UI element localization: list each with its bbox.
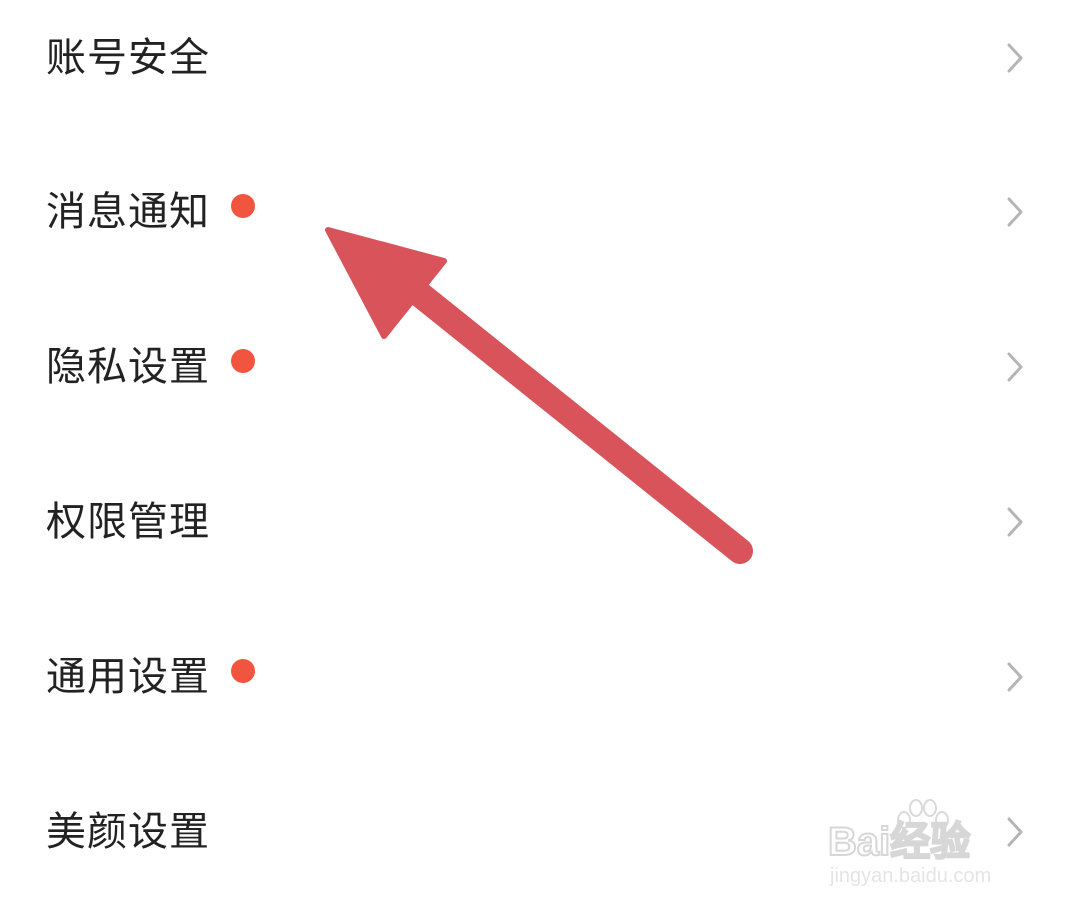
settings-list: 账号安全 消息通知 隐私设置 权限管理 通用设置 美颜设置 <box>0 0 1080 916</box>
chevron-right-icon <box>1004 660 1026 694</box>
settings-item-label: 通用设置 <box>46 654 210 700</box>
settings-item-label: 权限管理 <box>46 499 210 545</box>
red-dot-badge <box>231 659 255 683</box>
settings-item-privacy[interactable]: 隐私设置 <box>0 292 1080 442</box>
settings-item-label: 美颜设置 <box>46 809 210 855</box>
red-dot-badge <box>231 349 255 373</box>
settings-item-label: 账号安全 <box>46 35 210 81</box>
settings-item-label: 隐私设置 <box>46 344 210 390</box>
settings-item-message-notification[interactable]: 消息通知 <box>0 137 1080 287</box>
settings-item-label: 消息通知 <box>46 189 210 235</box>
chevron-right-icon <box>1004 195 1026 229</box>
settings-item-account-security[interactable]: 账号安全 <box>0 0 1080 133</box>
settings-item-beauty[interactable]: 美颜设置 <box>0 757 1080 907</box>
chevron-right-icon <box>1004 815 1026 849</box>
red-dot-badge <box>231 194 255 218</box>
chevron-right-icon <box>1004 41 1026 75</box>
settings-item-permissions[interactable]: 权限管理 <box>0 447 1080 597</box>
chevron-right-icon <box>1004 505 1026 539</box>
chevron-right-icon <box>1004 350 1026 384</box>
settings-item-general[interactable]: 通用设置 <box>0 602 1080 752</box>
